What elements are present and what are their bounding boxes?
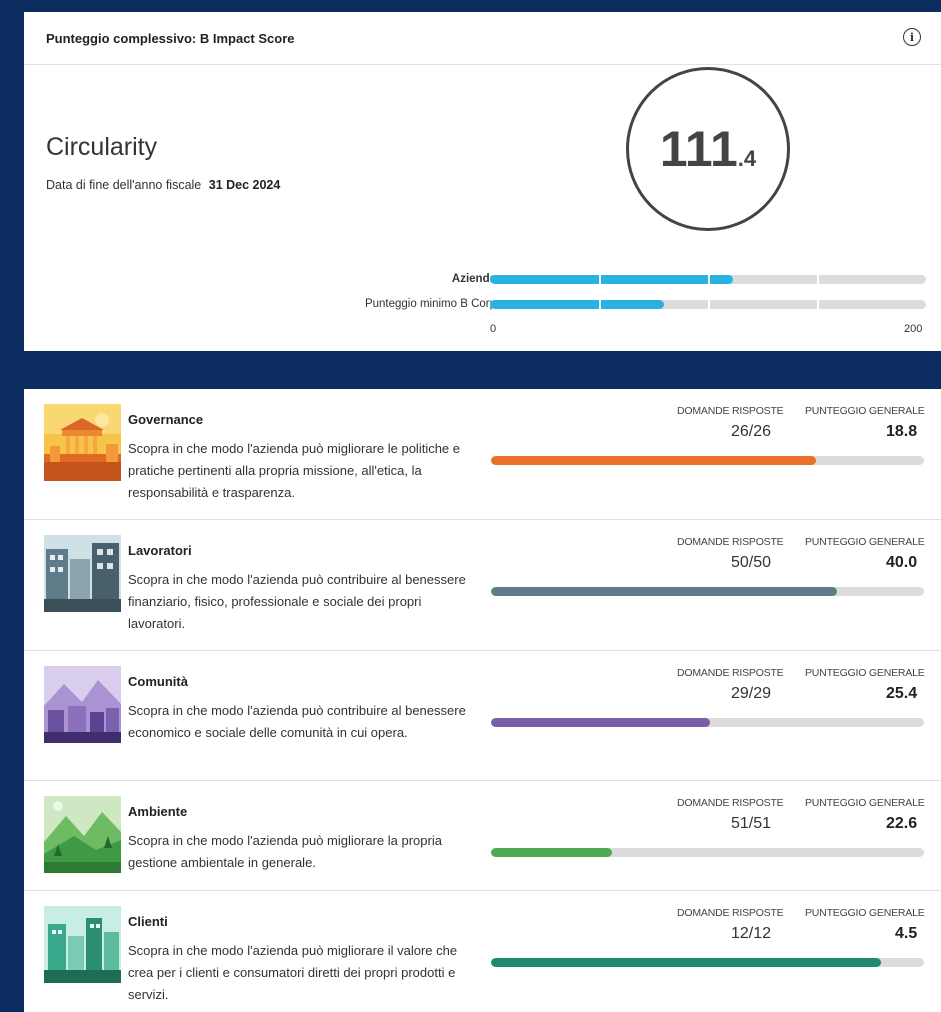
score-integer: 111 [659,121,738,177]
area-score-value: 18.8 [886,423,918,440]
impact-area-community[interactable]: Comunità Scopra in che modo l'azienda pu… [24,651,941,781]
area-progress-fill [491,848,613,857]
bar-divider [708,275,710,284]
overall-score-label: PUNTEGGIO GENERALE [805,907,925,919]
area-score-value: 4.5 [895,925,918,942]
score-decimal: .4 [737,146,757,171]
fiscal-year-label: Data di fine dell'anno fiscale [46,178,202,192]
score-circle: 111 .4 [626,67,790,231]
overall-score-title: Punteggio complessivo: B Impact Score [46,30,295,46]
area-progress-fill [491,718,710,727]
area-progress-track [491,958,924,967]
area-description: Scopra in che modo l'azienda può contrib… [128,703,466,740]
questions-answered-label: DOMANDE RISPOSTE [677,536,784,548]
impact-area-customers[interactable]: Clienti Scopra in che modo l'azienda può… [24,891,941,1012]
questions-answered-value: 51/51 [731,815,772,832]
area-progress-track [491,587,924,596]
minimum-bar-fill [490,300,665,309]
axis-max-label: 200 [904,323,923,335]
card-header: Punteggio complessivo: B Impact Score i [24,12,941,65]
workers-illustration [44,535,121,612]
questions-answered-label: DOMANDE RISPOSTE [677,667,784,679]
questions-answered-value: 26/26 [731,423,772,440]
questions-answered-value: 29/29 [731,685,772,702]
bar-divider [599,275,601,284]
area-title: Governance [128,412,204,427]
company-name: Circularity [46,133,158,161]
impact-area-workers[interactable]: Lavoratori Scopra in che modo l'azienda … [24,520,941,651]
minimum-bar-label: Punteggio minimo B Corp [364,298,496,310]
area-title: Clienti [128,914,168,929]
area-progress-fill [491,456,816,465]
area-title: Ambiente [128,804,188,819]
questions-answered-label: DOMANDE RISPOSTE [677,405,784,417]
community-illustration [44,666,121,743]
area-title: Lavoratori [128,543,192,558]
environment-illustration [44,796,121,873]
area-score-value: 25.4 [886,685,918,702]
bar-divider [817,300,819,309]
governance-illustration [44,404,121,481]
fiscal-year-date: 31 Dec 2024 [208,178,281,192]
area-description: Scopra in che modo l'azienda può contrib… [128,572,466,631]
bar-divider [599,300,601,309]
questions-answered-label: DOMANDE RISPOSTE [677,797,784,809]
minimum-bar-track [490,300,926,309]
impact-area-environment[interactable]: Ambiente Scopra in che modo l'azienda pu… [24,781,941,891]
area-score-value: 22.6 [886,815,918,832]
area-progress-track [491,848,924,857]
questions-answered-value: 12/12 [731,925,772,942]
customers-illustration [44,906,121,983]
area-title: Comunità [128,674,188,689]
bar-divider [708,300,710,309]
minimum-comparison-row: Punteggio minimo B Corp [24,298,941,312]
bar-divider [817,275,819,284]
overall-score-label: PUNTEGGIO GENERALE [805,667,925,679]
fiscal-year-end: Data di fine dell'anno fiscale 31 Dec 20… [46,178,280,192]
company-bar-track [490,275,926,284]
area-description: Scopra in che modo l'azienda può miglior… [128,943,458,1002]
questions-answered-value: 50/50 [731,554,772,571]
area-progress-track [491,456,924,465]
company-comparison-row: Azienda [24,273,941,287]
overall-score-label: PUNTEGGIO GENERALE [805,536,925,548]
area-description: Scopra in che modo l'azienda può miglior… [128,441,461,500]
area-progress-track [491,718,924,727]
impact-areas-card: Governance Scopra in che modo l'azienda … [24,389,941,1012]
area-description: Scopra in che modo l'azienda può miglior… [128,833,442,870]
overall-score-card: Punteggio complessivo: B Impact Score i … [24,12,941,351]
questions-answered-label: DOMANDE RISPOSTE [677,907,784,919]
overall-score-label: PUNTEGGIO GENERALE [805,405,925,417]
area-progress-fill [491,958,881,967]
impact-area-governance[interactable]: Governance Scopra in che modo l'azienda … [24,389,941,520]
info-icon[interactable]: i [903,28,921,46]
company-bar-fill [490,275,733,284]
area-score-value: 40.0 [886,554,918,571]
area-progress-fill [491,587,838,596]
overall-score-label: PUNTEGGIO GENERALE [805,797,925,809]
axis-min-label: 0 [490,323,497,335]
